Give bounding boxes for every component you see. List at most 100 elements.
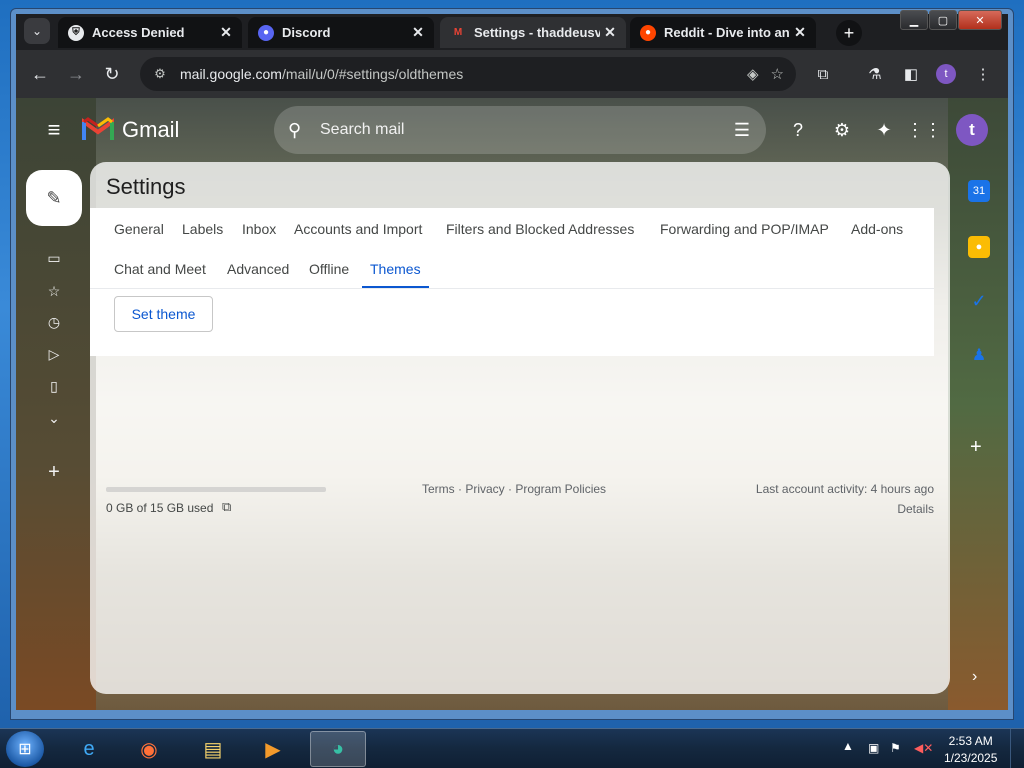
- get-addons-plus-icon[interactable]: +: [970, 436, 982, 459]
- close-icon[interactable]: ✕: [790, 24, 810, 41]
- tab-accounts-and-import[interactable]: Accounts and Import: [294, 221, 422, 237]
- show-side-panel-chevron-icon[interactable]: ›: [972, 668, 977, 686]
- page-title: Settings: [106, 174, 186, 199]
- keep-icon[interactable]: ●: [968, 236, 990, 258]
- storage-usage-bar: [106, 487, 326, 492]
- chrome-taskbar-button[interactable]: ◕: [310, 731, 366, 767]
- minimize-button[interactable]: ▁: [900, 10, 928, 30]
- browser-profile-avatar[interactable]: t: [936, 64, 956, 84]
- show-desktop-button[interactable]: [1010, 729, 1024, 768]
- url-host: mail.google.com: [180, 66, 282, 82]
- reddit-icon: ●: [640, 24, 656, 41]
- discord-icon: ●: [258, 24, 274, 41]
- search-mail-box[interactable]: ⚲ Search mail ☰: [274, 106, 766, 154]
- network-icon[interactable]: ▣: [868, 741, 879, 755]
- menu-kebab-icon[interactable]: ⋮: [972, 63, 994, 85]
- more-chevron-down-icon[interactable]: ⌄: [44, 408, 64, 428]
- details-link[interactable]: Details: [897, 502, 934, 516]
- file-explorer-icon[interactable]: ▤: [188, 731, 238, 767]
- tab-filters-and-blocked-addresses[interactable]: Filters and Blocked Addresses: [446, 221, 634, 237]
- add-label-plus-icon[interactable]: +: [44, 461, 64, 483]
- show-hidden-icons-chevron-icon[interactable]: ▲: [842, 739, 854, 753]
- tab-general[interactable]: General: [114, 221, 164, 237]
- internet-explorer-icon[interactable]: e: [64, 731, 114, 767]
- last-account-activity: Last account activity: 4 hours ago: [755, 482, 934, 496]
- snoozed-clock-icon[interactable]: ◷: [44, 312, 64, 332]
- search-input[interactable]: Search mail: [320, 121, 734, 139]
- help-icon[interactable]: ?: [786, 118, 810, 142]
- tab-title: Settings - thaddeusvw: [474, 25, 600, 40]
- sent-icon[interactable]: ▷: [44, 344, 64, 364]
- firefox-icon[interactable]: ◉: [124, 731, 174, 767]
- search-icon[interactable]: ⚲: [288, 120, 312, 141]
- gemini-sparkle-icon[interactable]: ✦: [872, 118, 896, 142]
- tab-reddit[interactable]: ● Reddit - Dive into any ✕: [630, 17, 816, 48]
- close-icon[interactable]: ✕: [408, 24, 428, 41]
- tab-discord[interactable]: ● Discord ✕: [248, 17, 434, 48]
- compose-button[interactable]: ✎: [26, 170, 82, 226]
- account-avatar[interactable]: t: [956, 114, 988, 146]
- footer-links[interactable]: Terms · Privacy · Program Policies: [422, 482, 606, 496]
- tab-labels[interactable]: Labels: [182, 221, 223, 237]
- window-controls: ▁ ▢ ✕: [899, 10, 1002, 30]
- media-player-icon[interactable]: ▶: [248, 731, 298, 767]
- tabs-divider: [90, 288, 934, 289]
- tab-add-ons[interactable]: Add-ons: [851, 221, 903, 237]
- extensions-icon[interactable]: ⧉: [812, 63, 834, 85]
- inbox-icon[interactable]: ▭: [44, 248, 64, 268]
- search-options-icon[interactable]: ☰: [734, 120, 750, 141]
- system-clock[interactable]: 2:53 AM 1/23/2025: [944, 733, 997, 767]
- reload-button[interactable]: ↻: [100, 62, 124, 86]
- tab-gmail-settings[interactable]: M Settings - thaddeusvw ✕: [440, 17, 626, 48]
- close-icon[interactable]: ✕: [600, 24, 620, 41]
- tab-search-button[interactable]: ⌄: [24, 18, 50, 44]
- avatar-initial: t: [969, 120, 975, 139]
- set-theme-button[interactable]: Set theme: [114, 296, 213, 332]
- tab-title: Access Denied: [92, 25, 185, 40]
- tasks-icon[interactable]: ✓: [968, 290, 990, 312]
- settings-panel: Settings General Labels Inbox Accounts a…: [90, 162, 950, 694]
- tab-offline[interactable]: Offline: [309, 261, 349, 277]
- shield-icon: ⛨: [68, 24, 84, 41]
- gmail-logo-icon: [82, 117, 114, 140]
- tab-title: Reddit - Dive into any: [664, 25, 790, 40]
- tab-themes[interactable]: Themes: [370, 261, 421, 277]
- close-icon: ✕: [975, 14, 985, 27]
- labs-icon[interactable]: ⚗: [864, 63, 886, 85]
- back-button[interactable]: ←: [28, 62, 52, 86]
- gmail-logo-text[interactable]: Gmail: [122, 117, 179, 143]
- calendar-icon[interactable]: 31: [968, 180, 990, 202]
- settings-gear-icon[interactable]: ⚙: [830, 118, 854, 142]
- drafts-icon[interactable]: ▯: [44, 376, 64, 396]
- tab-advanced[interactable]: Advanced: [227, 261, 289, 277]
- close-window-button[interactable]: ✕: [958, 10, 1002, 30]
- site-info-icon[interactable]: ⚙: [150, 66, 170, 82]
- password-manager-icon[interactable]: ◈: [747, 65, 759, 83]
- side-panel-icon[interactable]: ◧: [900, 63, 922, 85]
- main-menu-button[interactable]: ≡: [42, 117, 66, 142]
- new-tab-button[interactable]: +: [836, 20, 862, 46]
- tab-forwarding-pop-imap[interactable]: Forwarding and POP/IMAP: [660, 221, 829, 237]
- minimize-icon: ▁: [909, 14, 919, 27]
- action-center-flag-icon[interactable]: ⚑: [890, 741, 901, 755]
- google-apps-icon[interactable]: ⋮⋮: [906, 118, 942, 142]
- arrow-right-icon: →: [67, 63, 85, 84]
- tab-access-denied[interactable]: ⛨ Access Denied ✕: [58, 17, 242, 48]
- browser-toolbar: ← → ↻ ⚙ mail.google.com/mail/u/0/#settin…: [16, 50, 1008, 98]
- forward-button[interactable]: →: [64, 62, 88, 86]
- open-external-icon[interactable]: ⧉: [222, 499, 231, 515]
- start-button[interactable]: ⊞: [6, 731, 44, 767]
- url-text: mail.google.com/mail/u/0/#settings/oldth…: [180, 66, 747, 82]
- maximize-button[interactable]: ▢: [929, 10, 957, 30]
- starred-icon[interactable]: ☆: [44, 281, 64, 301]
- contacts-icon[interactable]: ♟: [968, 344, 990, 366]
- bookmark-star-icon[interactable]: ☆: [771, 65, 784, 83]
- reload-icon: ↻: [104, 63, 120, 84]
- storage-usage-text: 0 GB of 15 GB used: [106, 501, 214, 515]
- tab-chat-and-meet[interactable]: Chat and Meet: [114, 261, 206, 277]
- url-path: /mail/u/0/#settings/oldthemes: [281, 66, 464, 82]
- volume-muted-icon[interactable]: ◀✕: [914, 741, 933, 755]
- tab-inbox[interactable]: Inbox: [242, 221, 276, 237]
- address-bar[interactable]: ⚙ mail.google.com/mail/u/0/#settings/old…: [140, 57, 796, 91]
- close-icon[interactable]: ✕: [216, 24, 236, 41]
